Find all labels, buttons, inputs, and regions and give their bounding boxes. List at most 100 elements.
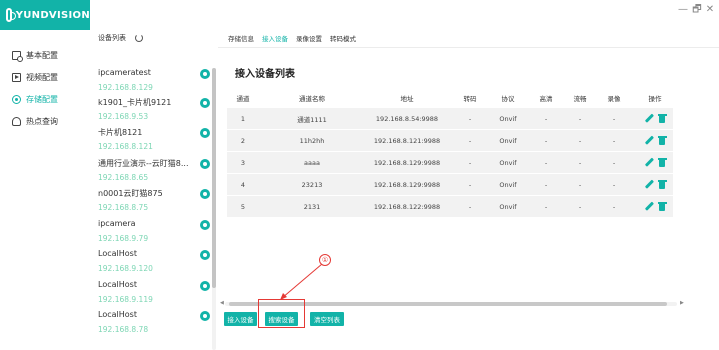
gear-icon[interactable] [198, 309, 212, 323]
cell-protocol: Onvif [499, 202, 517, 211]
device-item[interactable]: k1901_卡片机9121 192.168.9.53 [98, 96, 212, 129]
column-header: 操作 [648, 95, 662, 103]
device-ip: 192.168.9.79 [98, 234, 149, 243]
device-list-panel: 设备列表 ipcameratest 192.168.8.129 k1901_卡片… [90, 30, 218, 350]
cell-actions [637, 108, 673, 129]
sidebar-item-label: 视频配置 [26, 72, 58, 82]
trash-icon[interactable] [657, 158, 667, 167]
add-device-button[interactable]: 接入设备 [224, 312, 257, 326]
tab-storage-info[interactable]: 存储信息 [228, 33, 254, 43]
cell-protocol: Onvif [499, 136, 517, 145]
gear-icon[interactable] [198, 67, 212, 81]
trash-icon[interactable] [657, 202, 667, 211]
cell-hd: - [544, 114, 548, 123]
trash-icon[interactable] [657, 136, 667, 145]
cell-hd: - [544, 136, 548, 145]
device-item[interactable]: LocalHost 192.168.9.119 [98, 279, 212, 312]
device-ip: 192.168.8.121 [98, 142, 153, 151]
device-name: ipcamera [98, 219, 136, 228]
sidebar-item-video-config[interactable]: 视频配置 [12, 70, 58, 84]
hotspot-icon [12, 116, 21, 126]
device-list-header: 设备列表 [98, 33, 143, 43]
gear-icon[interactable] [198, 279, 212, 293]
sidebar: 基本配置 视频配置 存储配置 热点查询 [0, 30, 90, 350]
tab-transcode-mode[interactable]: 转码模式 [330, 33, 356, 43]
device-item[interactable]: ipcamera 192.168.9.79 [98, 218, 212, 251]
cell-transcode: - [468, 136, 472, 145]
cell-channel-name: 11h2hh [299, 136, 325, 145]
cell-smooth: - [578, 158, 582, 167]
scroll-left-arrow[interactable]: ◀ [220, 300, 224, 306]
device-name: 通用行业演示--云盯猫8... [98, 159, 189, 168]
cell-actions [637, 174, 673, 195]
device-ip: 192.168.8.78 [98, 325, 149, 334]
cell-channel-name: aaaa [304, 158, 320, 167]
clear-list-button[interactable]: 清空列表 [310, 312, 344, 326]
tab-recording-settings[interactable]: 录像设置 [296, 33, 322, 43]
device-item[interactable]: 卡片机8121 192.168.8.121 [98, 126, 212, 159]
column-header: 协议 [501, 95, 515, 103]
trash-icon[interactable] [657, 114, 667, 123]
scroll-right-arrow[interactable]: ▶ [680, 300, 684, 306]
column-header: 通道名称 [299, 95, 325, 103]
cell-transcode: - [468, 158, 472, 167]
edit-icon[interactable] [645, 158, 654, 167]
device-list-scrollbar[interactable] [212, 68, 216, 288]
cell-recording: - [612, 158, 616, 167]
gear-icon[interactable] [198, 248, 212, 262]
column-header: 地址 [400, 95, 414, 103]
restore-button[interactable]: 🗗 [691, 4, 703, 16]
tab-bar: 存储信息 接入设备 录像设置 转码模式 [228, 33, 364, 43]
cell-channel-name: 23213 [301, 180, 323, 189]
device-ip: 192.168.8.65 [98, 173, 149, 182]
column-header: 通道 [236, 95, 250, 103]
edit-icon[interactable] [645, 202, 654, 211]
device-item[interactable]: LocalHost 192.168.8.78 [98, 309, 212, 342]
cell-address: 192.168.8.121:9988 [373, 136, 441, 145]
app-window: YUNDVISION — 🗗 ✕ 基本配置 视频配置 存储配置 热点查询 设备列… [0, 0, 719, 350]
edit-icon[interactable] [645, 114, 654, 123]
cell-actions [637, 152, 673, 173]
edit-icon[interactable] [645, 136, 654, 145]
refresh-icon[interactable] [135, 34, 143, 42]
cell-recording: - [612, 180, 616, 189]
cell-recording: - [612, 202, 616, 211]
cell-protocol: Onvif [499, 158, 517, 167]
edit-icon[interactable] [645, 180, 654, 189]
sidebar-item-storage-config[interactable]: 存储配置 [12, 92, 58, 106]
trash-icon[interactable] [657, 180, 667, 189]
main-content: 存储信息 接入设备 录像设置 转码模式 接入设备列表 通道 通道名称 地址 转码… [218, 30, 719, 350]
cell-smooth: - [578, 114, 582, 123]
cell-address: 192.168.8.54:9988 [375, 114, 439, 123]
device-item[interactable]: n0001云盯猫875 192.168.8.75 [98, 187, 212, 220]
sidebar-item-basic-config[interactable]: 基本配置 [12, 48, 58, 62]
gear-icon[interactable] [198, 96, 212, 110]
gear-icon[interactable] [198, 126, 212, 140]
gear-icon[interactable] [198, 218, 212, 232]
cell-protocol: Onvif [499, 114, 517, 123]
device-name: k1901_卡片机9121 [98, 98, 172, 107]
cell-transcode: - [468, 202, 472, 211]
gear-icon[interactable] [198, 187, 212, 201]
gear-icon[interactable] [198, 157, 212, 171]
device-ip: 192.168.9.120 [98, 264, 153, 273]
cell-smooth: - [578, 180, 582, 189]
device-name: 卡片机8121 [98, 128, 143, 137]
cell-channel: 4 [240, 180, 246, 189]
device-item[interactable]: 通用行业演示--云盯猫8... 192.168.8.65 [98, 157, 212, 190]
annotation-marker: ① [319, 254, 331, 266]
minimize-button[interactable]: — [677, 4, 689, 16]
tab-access-device[interactable]: 接入设备 [262, 33, 288, 43]
device-item[interactable]: LocalHost 192.168.9.120 [98, 248, 212, 281]
search-device-button[interactable]: 搜索设备 [265, 312, 298, 326]
close-button[interactable]: ✕ [704, 4, 716, 16]
device-ip: 192.168.9.53 [98, 112, 149, 121]
cell-smooth: - [578, 202, 582, 211]
sidebar-item-hotspot-query[interactable]: 热点查询 [12, 114, 58, 128]
cell-transcode: - [468, 114, 472, 123]
device-table: 通道 通道名称 地址 转码 协议 高清 流畅 录像 操作 1 通道1111 19… [227, 88, 673, 218]
device-item[interactable]: ipcameratest 192.168.8.129 [98, 67, 212, 100]
sidebar-item-label: 热点查询 [26, 116, 58, 126]
cell-hd: - [544, 158, 548, 167]
device-list-title: 设备列表 [98, 34, 126, 42]
